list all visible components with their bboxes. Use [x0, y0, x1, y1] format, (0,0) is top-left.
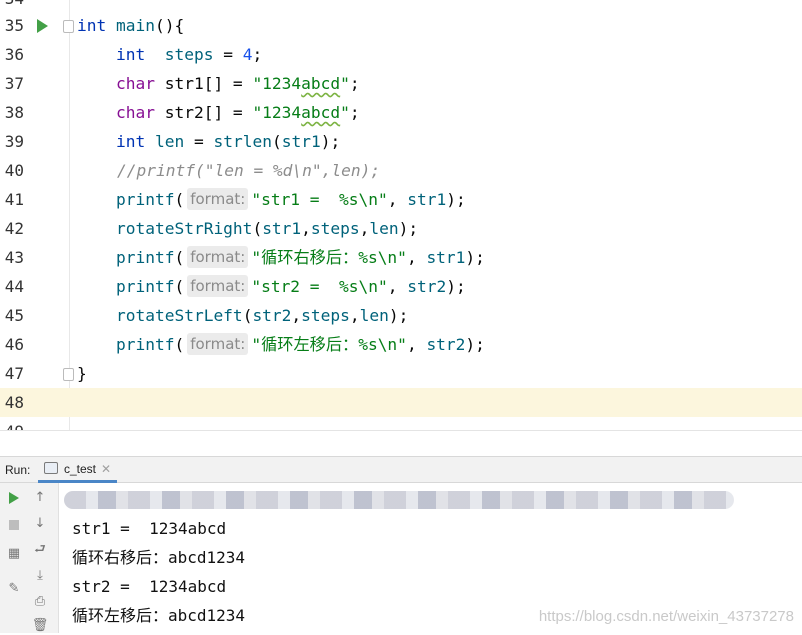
code-text: char str1[] = "1234abcd"; — [115, 74, 360, 93]
code-line-current[interactable]: 48 — [0, 388, 802, 417]
line-number: 40 — [4, 161, 24, 180]
code-text: printf(format: "循环左移后：%s\n", str2); — [115, 333, 485, 355]
fold-marker-icon[interactable] — [63, 20, 74, 33]
line-number: 36 — [4, 45, 24, 64]
code-line[interactable]: 49 — [0, 417, 802, 430]
arrow-down-icon[interactable]: ↓ — [31, 515, 49, 533]
stop-icon[interactable] — [5, 516, 23, 534]
pin-icon[interactable]: ✎ — [5, 580, 23, 598]
panel-separator — [0, 430, 802, 457]
code-line[interactable]: 42 rotateStrRight(str1,steps,len); — [0, 214, 802, 243]
line-number: 41 — [4, 190, 24, 209]
soft-wrap-icon[interactable]: ⮐ — [31, 541, 49, 559]
code-line[interactable]: 36 int steps = 4; — [0, 40, 802, 69]
code-text: printf(format: "str2 = %s\n", str2); — [115, 275, 466, 297]
parameter-hint: format: — [187, 333, 249, 355]
fold-marker-icon[interactable] — [63, 368, 74, 381]
code-text: int main(){ — [77, 16, 185, 35]
tab-label: c_test — [64, 462, 97, 476]
line-number: 44 — [4, 277, 24, 296]
line-number: 45 — [4, 306, 24, 325]
code-text: printf(format: "循环右移后：%s\n", str1); — [115, 246, 485, 268]
code-line[interactable]: 40 //printf("len = %d\n",len); — [0, 156, 802, 185]
close-icon[interactable]: ✕ — [101, 462, 111, 476]
line-number: 43 — [4, 248, 24, 267]
code-line[interactable]: 37 char str1[] = "1234abcd"; — [0, 69, 802, 98]
console-line: 循环左移后：abcd1234 — [72, 606, 246, 625]
code-line[interactable]: 38 char str2[] = "1234abcd"; — [0, 98, 802, 127]
code-line[interactable]: 35 int main(){ — [0, 11, 802, 40]
line-number: 42 — [4, 219, 24, 238]
line-number: 46 — [4, 335, 24, 354]
tab-c-test[interactable]: c_test ✕ — [38, 457, 118, 483]
code-comment: //printf("len = %d\n",len); — [117, 161, 381, 180]
line-number: 39 — [4, 132, 24, 151]
code-text: char str2[] = "1234abcd"; — [115, 103, 360, 122]
code-text: rotateStrLeft(str2,steps,len); — [115, 306, 409, 325]
watermark: https://blog.csdn.net/weixin_43737278 — [538, 608, 794, 625]
code-line[interactable]: 47 } — [0, 359, 802, 388]
code-line[interactable]: 45 rotateStrLeft(str2,steps,len); — [0, 301, 802, 330]
parameter-hint: format: — [187, 188, 249, 210]
code-editor[interactable]: 34 35 int main(){ 36 int steps = 4; 37 c… — [0, 0, 802, 430]
line-number: 38 — [4, 103, 24, 122]
code-text: int steps = 4; — [115, 45, 263, 64]
code-line[interactable]: 46 printf(format: "循环左移后：%s\n", str2); — [0, 330, 802, 359]
code-text: rotateStrRight(str1,steps,len); — [115, 219, 419, 238]
layout-icon[interactable]: ▦ — [5, 545, 23, 563]
run-toolbar: ↑ ↓ ▦ ⮐ ⤓ ✎ ⎙ 🗑 — [0, 483, 59, 633]
run-icon[interactable] — [5, 489, 23, 507]
code-line[interactable]: 43 printf(format: "循环右移后：%s\n", str1); — [0, 243, 802, 272]
scroll-to-end-icon[interactable]: ⤓ — [31, 567, 49, 585]
code-line[interactable]: 41 printf(format: "str1 = %s\n", str1); — [0, 185, 802, 214]
line-number: 37 — [4, 74, 24, 93]
code-text: int len = strlen(str1); — [115, 132, 341, 151]
code-line[interactable]: 39 int len = strlen(str1); — [0, 127, 802, 156]
line-number: 49 — [0, 417, 24, 430]
console-line: 循环右移后：abcd1234 — [72, 548, 246, 567]
line-number: 35 — [4, 16, 24, 35]
trash-icon[interactable]: 🗑 — [31, 617, 49, 635]
console-line: str2 = 1234abcd — [72, 577, 227, 596]
run-gutter-icon[interactable] — [37, 19, 48, 33]
print-icon[interactable]: ⎙ — [31, 593, 49, 611]
line-number: 48 — [4, 393, 24, 412]
arrow-up-icon[interactable]: ↑ — [31, 489, 49, 507]
run-label: Run: — [5, 463, 31, 477]
console-icon — [44, 462, 58, 474]
code-text: printf(format: "str1 = %s\n", str1); — [115, 188, 466, 210]
code-line[interactable]: 44 printf(format: "str2 = %s\n", str2); — [0, 272, 802, 301]
parameter-hint: format: — [187, 246, 249, 268]
parameter-hint: format: — [187, 275, 249, 297]
console-line: str1 = 1234abcd — [72, 519, 227, 538]
line-number: 47 — [4, 364, 24, 383]
code-text: } — [77, 364, 87, 383]
run-tool-window-header: Run: c_test ✕ — [0, 456, 802, 483]
redacted-command-line — [64, 491, 734, 509]
